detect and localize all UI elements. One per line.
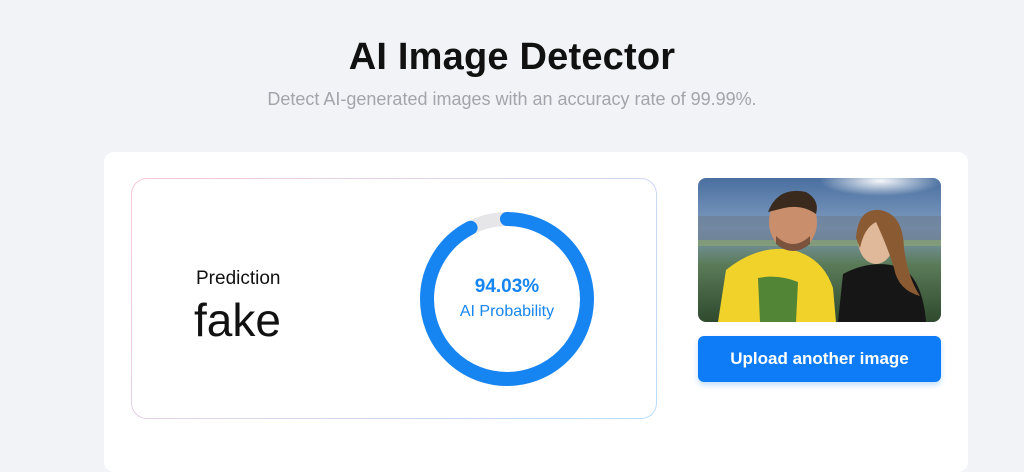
page-subtitle: Detect AI-generated images with an accur… — [267, 89, 757, 109]
uploaded-image-thumbnail — [698, 178, 941, 322]
probability-percent: 94.03% — [474, 275, 540, 297]
main-panel: Prediction fake 94.03% AI Probability Up… — [104, 152, 968, 472]
prediction-label: Prediction — [196, 268, 281, 289]
page-title: AI Image Detector — [348, 36, 676, 78]
upload-another-image-button[interactable]: Upload another image — [698, 336, 941, 382]
uploaded-image — [698, 178, 941, 322]
probability-label: AI Probability — [459, 302, 555, 320]
probability-ring: 94.03% AI Probability — [417, 209, 597, 389]
result-card: Prediction fake 94.03% AI Probability — [131, 178, 657, 419]
ring-text: 94.03% AI Probability — [417, 209, 597, 389]
prediction-value: fake — [194, 294, 281, 346]
